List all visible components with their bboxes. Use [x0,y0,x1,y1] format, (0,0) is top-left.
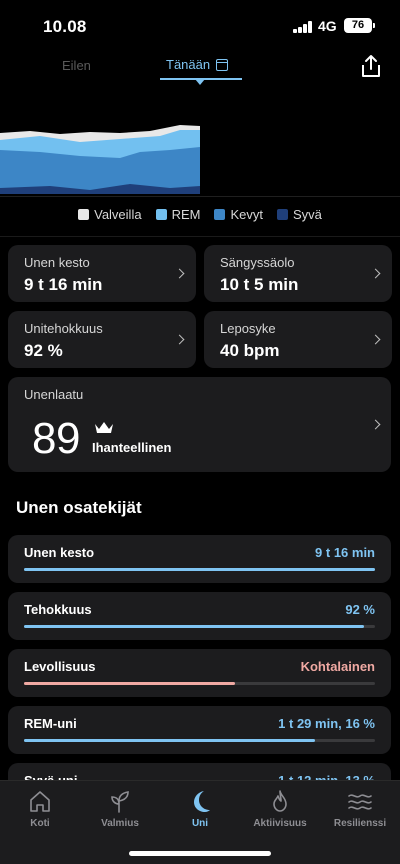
legend-label: Valveilla [94,207,142,222]
legend-label: REM [171,207,201,222]
contributor-label: Unen kesto [24,545,95,560]
contributor-label: REM-uni [24,716,77,731]
metric-card-efficiency[interactable]: Unitehokkuus 92 % [8,311,196,368]
contributor-row[interactable]: REM-uni 1 t 29 min, 16 % [8,706,391,754]
nav-label: Aktiivisuus [253,818,307,829]
nav-item-sleep[interactable]: Uni [160,781,240,841]
moon-icon [194,791,210,812]
nav-label: Valmius [101,818,139,829]
nav-item-readiness[interactable]: Valmius [80,781,160,841]
contributor-track [24,739,375,742]
legend-label: Kevyt [230,207,263,222]
chart-divider [0,196,400,197]
metric-value: 40 bpm [220,341,280,360]
legend-item-light: Kevyt [214,207,263,222]
tab-today[interactable]: Tänään [166,57,229,72]
stage-legend: Valveilla REM Kevyt Syvä [0,207,400,222]
contributor-bar [24,568,375,571]
contributor-bar [24,625,365,628]
metric-title: Sängyssäolo [220,255,295,270]
metric-title: Leposyke [220,321,276,336]
status-bar: 10.08 4G 76 [0,0,400,52]
tab-today-label: Tänään [166,57,211,72]
legend-item-awake: Valveilla [78,207,142,222]
contributor-track [24,568,375,571]
legend-swatch [78,209,90,220]
share-icon[interactable] [358,53,384,79]
legend-label: Syvä [292,207,322,222]
crown-icon [95,422,113,433]
contributor-bar [24,682,235,685]
contributors-heading: Unen osatekijät [16,498,142,517]
metric-title: Unen kesto [24,255,90,270]
metric-card-time-in-bed[interactable]: Sängyssäolo 10 t 5 min [204,245,392,302]
sleep-quality-score: 89 [32,414,80,463]
legend-swatch [276,209,288,220]
contributor-value: Kohtalainen [300,659,375,674]
contributor-bar [24,739,316,742]
legend-swatch [155,209,167,220]
contributor-row[interactable]: Tehokkuus 92 % [8,592,391,640]
metric-value: 92 % [24,341,63,360]
contributor-track [24,682,375,685]
metric-value: 10 t 5 min [220,275,299,294]
nav-item-home[interactable]: Koti [0,781,80,841]
flame-icon [273,790,287,812]
tab-previous-day[interactable]: Eilen [62,58,91,73]
nav-label: Koti [30,818,50,829]
home-indicator [129,851,271,856]
contributor-label: Tehokkuus [24,602,92,617]
calendar-icon [216,58,229,71]
battery-icon: 76 [344,18,375,33]
contributor-value: 1 t 29 min, 16 % [278,716,375,731]
section-divider [0,236,400,237]
contributor-value: 92 % [345,602,375,617]
status-time: 10.08 [43,17,87,36]
nav-item-activity[interactable]: Aktiivisuus [240,781,320,841]
date-nav: Eilen Tänään [0,52,400,94]
chevron-right-icon [174,268,185,279]
chevron-right-icon [174,334,185,345]
metric-title: Unitehokkuus [24,321,103,336]
tab-caret-icon [195,79,205,85]
bottom-nav: Koti Valmius Uni Aktiivisuus Resilienssi [0,780,400,864]
contributor-label: Levollisuus [24,659,96,674]
legend-item-deep: Syvä [276,207,322,222]
sprout-icon [111,791,129,813]
signal-icon [293,21,313,33]
contributor-row[interactable]: Levollisuus Kohtalainen [8,649,391,697]
contributor-row[interactable]: Unen kesto 9 t 16 min [8,535,391,583]
nav-label: Resilienssi [333,818,387,829]
chevron-right-icon [370,334,381,345]
legend-swatch [214,209,226,220]
contributor-track [24,625,375,628]
chevron-right-icon [370,268,381,279]
sleep-stage-chart [0,125,200,194]
metric-value: 9 t 16 min [24,275,103,294]
metric-card-resting-hr[interactable]: Leposyke 40 bpm [204,311,392,368]
metric-card-sleep-duration[interactable]: Unen kesto 9 t 16 min [8,245,196,302]
sleep-quality-title: Unenlaatu [24,387,84,402]
home-icon [30,791,50,812]
nav-label: Uni [191,818,209,829]
legend-item-rem: REM [155,207,201,222]
network-type: 4G [318,18,337,34]
sleep-quality-card[interactable]: Unenlaatu 89 Ihanteellinen [8,377,391,472]
contributor-value: 9 t 16 min [315,545,375,560]
nav-item-resilience[interactable]: Resilienssi [320,781,400,841]
sleep-quality-label: Ihanteellinen [92,440,172,455]
waves-icon [348,794,372,810]
chevron-right-icon [370,419,381,430]
